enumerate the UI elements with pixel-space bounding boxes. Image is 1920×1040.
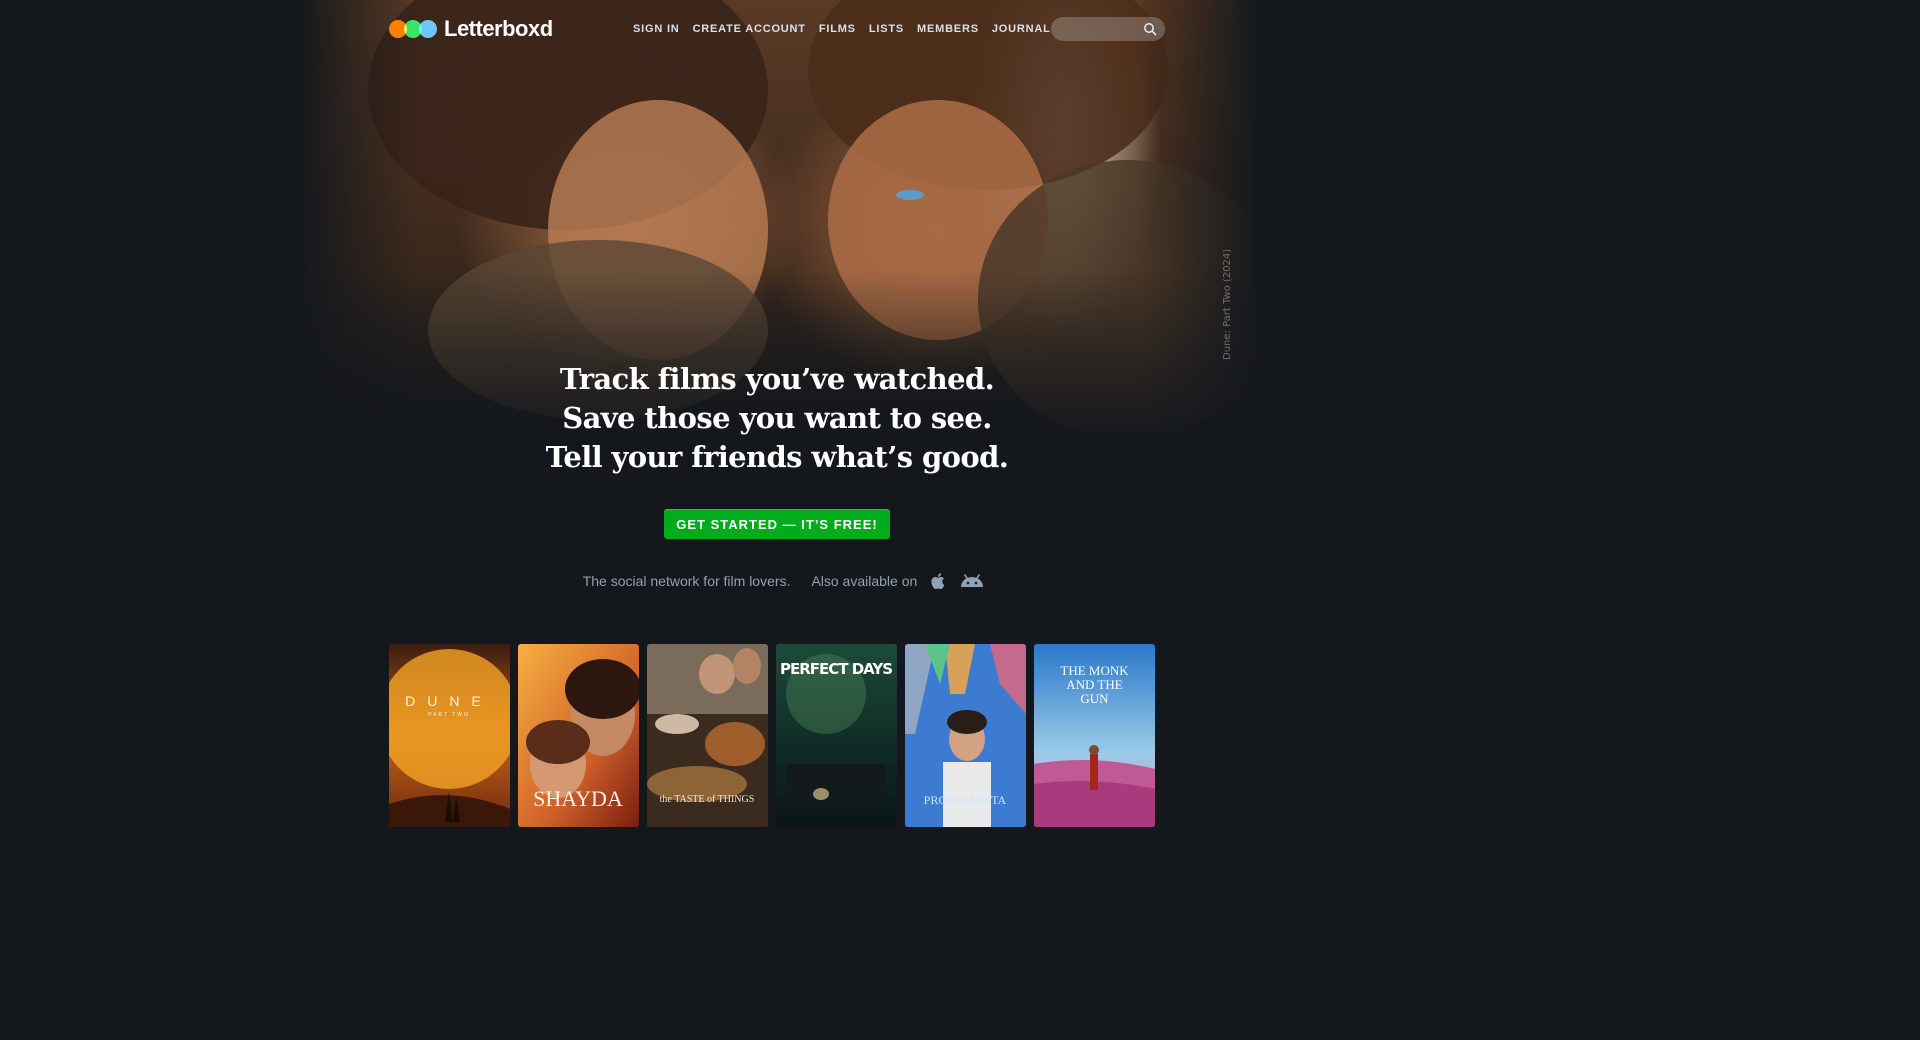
- site-header: Letterboxd SIGN IN CREATE ACCOUNT FILMS …: [0, 0, 1568, 58]
- poster-the-monk-and-the-gun[interactable]: THE MONK AND THE GUN: [1034, 644, 1155, 827]
- search-icon[interactable]: [1143, 22, 1157, 36]
- poster-perfect-days[interactable]: PERFECT DAYS: [776, 644, 897, 827]
- poster-problemista[interactable]: PROBLEMISTA: [905, 644, 1026, 827]
- nav-members[interactable]: MEMBERS: [917, 23, 979, 35]
- tagline-line-1: Track films you’ve watched.: [559, 362, 995, 396]
- poster-subtitle: PART TWO: [428, 712, 470, 718]
- main-nav: SIGN IN CREATE ACCOUNT FILMS LISTS MEMBE…: [633, 23, 1051, 35]
- search-box[interactable]: [1051, 17, 1165, 43]
- apple-icon[interactable]: [927, 570, 949, 592]
- nav-create-account[interactable]: CREATE ACCOUNT: [693, 23, 806, 35]
- poster-dune-part-two[interactable]: DUNE PART TWO: [389, 644, 510, 827]
- popular-posters: DUNE PART TWO SHAYDA the TASTE of THINGS: [389, 644, 1155, 827]
- poster-the-taste-of-things[interactable]: the TASTE of THINGS: [647, 644, 768, 827]
- social-network-text: The social network for film lovers.: [582, 573, 791, 589]
- nav-journal[interactable]: JOURNAL: [992, 23, 1051, 35]
- poster-shayda[interactable]: SHAYDA: [518, 644, 639, 827]
- social-line: The social network for film lovers. Also…: [0, 570, 1568, 592]
- search-input[interactable]: [1061, 17, 1145, 43]
- android-icon[interactable]: [959, 570, 985, 592]
- poster-title: DUNE: [405, 693, 493, 709]
- nav-films[interactable]: FILMS: [819, 23, 856, 35]
- hero-tagline: Track films you’ve watched. Save those y…: [440, 360, 1114, 477]
- tagline-line-3: Tell your friends what’s good.: [545, 440, 1009, 474]
- tagline-line-2: Save those you want to see.: [562, 401, 992, 435]
- nav-sign-in[interactable]: SIGN IN: [633, 23, 680, 35]
- poster-title: PERFECT DAYS: [780, 660, 892, 678]
- poster-title: THE MONK AND THE GUN: [1060, 664, 1129, 706]
- nav-lists[interactable]: LISTS: [869, 23, 904, 35]
- poster-title: PROBLEMISTA: [924, 793, 1007, 807]
- also-available-text: Also available on: [811, 573, 918, 589]
- poster-title: the TASTE of THINGS: [660, 794, 755, 805]
- logo-dots-icon: [389, 20, 437, 38]
- hero-caption: Dune: Part Two (2024): [1222, 248, 1233, 360]
- get-started-button[interactable]: GET STARTED — IT’S FREE!: [664, 509, 890, 539]
- poster-title: SHAYDA: [533, 786, 623, 811]
- logo-wordmark: Letterboxd: [444, 16, 553, 41]
- site-logo[interactable]: Letterboxd: [389, 14, 553, 44]
